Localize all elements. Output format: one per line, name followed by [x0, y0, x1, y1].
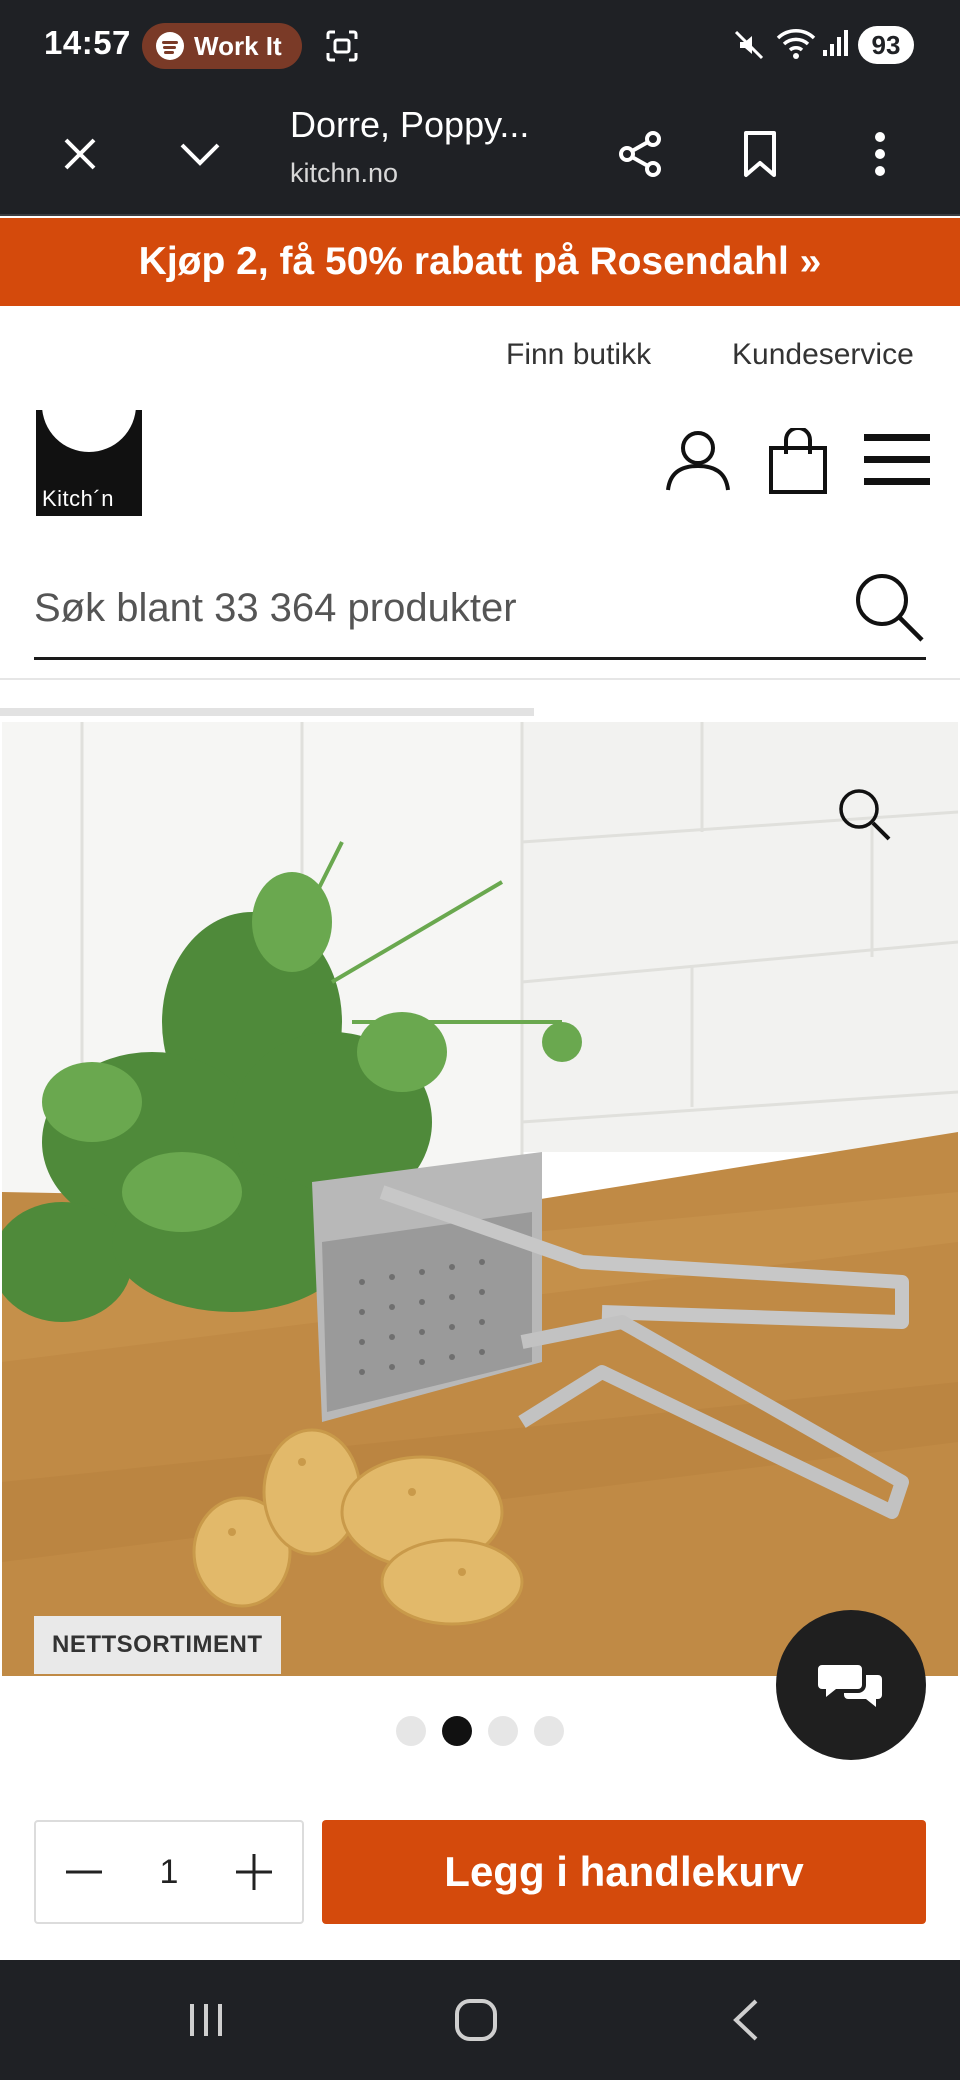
home-button[interactable] — [446, 1990, 506, 2050]
back-icon — [733, 1999, 758, 2041]
carousel-dot[interactable] — [534, 1716, 564, 1746]
back-button[interactable] — [716, 1990, 776, 2050]
account-icon[interactable] — [664, 428, 732, 492]
chat-button[interactable] — [776, 1610, 926, 1760]
home-icon — [455, 1999, 497, 2041]
more-options-button[interactable] — [850, 124, 910, 184]
screen-record-icon — [326, 30, 358, 62]
status-bar: 14:57 Work It 93 — [0, 0, 960, 92]
minimize-tab-button[interactable] — [170, 124, 230, 184]
quantity-stepper: 1 — [34, 1820, 304, 1924]
close-tab-button[interactable] — [50, 124, 110, 184]
kitchn-logo[interactable]: Kitch´n — [36, 410, 142, 516]
signal-icon — [823, 30, 848, 56]
product-image[interactable] — [2, 722, 958, 1676]
zoom-icon[interactable] — [836, 786, 892, 842]
carousel-dot-active[interactable] — [442, 1716, 472, 1746]
battery-level: 93 — [858, 26, 914, 64]
wifi-icon — [776, 29, 816, 59]
decrease-quantity-button[interactable] — [56, 1844, 112, 1900]
header-divider — [0, 678, 960, 680]
chat-icon — [818, 1665, 882, 1707]
menu-icon[interactable] — [864, 432, 930, 488]
spotify-now-playing[interactable]: Work It — [142, 23, 302, 69]
chevron-down-icon — [180, 143, 220, 166]
gallery-progress-bar — [0, 708, 534, 716]
page-url: kitchn.no — [290, 158, 399, 188]
mute-icon — [734, 30, 764, 60]
promo-banner[interactable]: Kjøp 2, få 50% rabatt på Rosendahl » — [0, 218, 960, 306]
bookmark-button[interactable] — [730, 124, 790, 184]
logo-text: Kitch´n — [42, 486, 114, 511]
share-button[interactable] — [610, 124, 670, 184]
image-carousel-dots — [396, 1716, 564, 1746]
quantity-value[interactable]: 1 — [126, 1844, 212, 1900]
more-vertical-icon — [875, 132, 885, 176]
carousel-dot[interactable] — [488, 1716, 518, 1746]
close-icon — [64, 138, 96, 170]
page-title: Dorre, Poppy... — [290, 104, 530, 145]
search-icon[interactable] — [852, 566, 926, 646]
browser-toolbar: Dorre, Poppy... kitchn.no — [0, 92, 960, 216]
status-time: 14:57 — [44, 24, 131, 61]
minus-icon — [66, 1870, 102, 1874]
search-bar — [34, 558, 926, 660]
recent-apps-button[interactable] — [176, 1990, 236, 2050]
online-only-badge: NETTSORTIMENT — [34, 1616, 281, 1674]
increase-quantity-button[interactable] — [226, 1844, 282, 1900]
carousel-dot[interactable] — [396, 1716, 426, 1746]
spotify-icon — [156, 32, 184, 60]
share-icon — [619, 131, 661, 177]
search-input[interactable] — [34, 568, 834, 648]
customer-service-link[interactable]: Kundeservice — [732, 338, 914, 372]
system-navigation-bar — [0, 1960, 960, 2080]
plus-icon — [236, 1854, 272, 1890]
spotify-label: Work It — [194, 30, 282, 61]
add-to-cart-button[interactable]: Legg i handlekurv — [322, 1820, 926, 1924]
recent-apps-icon — [190, 2004, 222, 2036]
find-store-link[interactable]: Finn butikk — [506, 338, 651, 372]
shopping-bag-icon[interactable] — [768, 428, 828, 494]
bookmark-icon — [744, 131, 776, 177]
